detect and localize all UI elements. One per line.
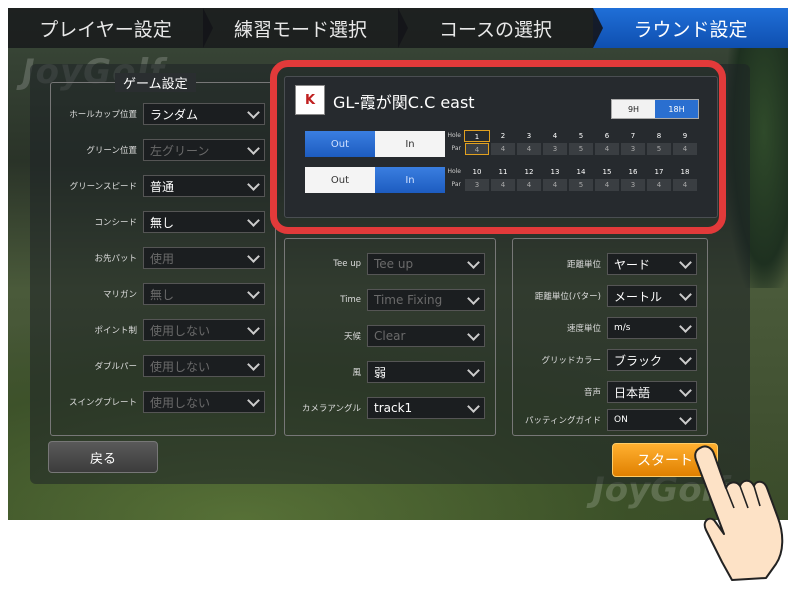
chevron-down-icon [247,177,260,191]
setting-row: 音声 日本語 [513,381,707,403]
setting-row: 距離単位(パター) メートル [513,285,707,307]
setting-row: Time Time Fixing [285,289,495,311]
setting-label: グリーンスピード [69,182,137,192]
double-par-select[interactable]: 使用しない [143,355,265,377]
setting-label: カメラアングル [301,404,361,414]
chevron-down-icon [467,327,480,341]
pointing-hand-icon [694,445,784,581]
setting-label: ポイント制 [94,326,137,336]
setting-row: コンシード 無し [51,211,275,233]
setting-label: パッティングガイド [525,416,601,426]
time-select[interactable]: Time Fixing [367,289,485,311]
camera-angle-select[interactable]: track1 [367,397,485,419]
setting-row: カメラアングル track1 [285,397,495,419]
setting-row: 風弱 [285,361,495,383]
weather-select[interactable]: Clear [367,325,485,347]
chevron-down-icon [247,285,260,299]
setting-label: マリガン [102,290,137,300]
setting-label: 距離単位(パター) [534,292,601,302]
back-button[interactable]: 戻る [48,441,158,473]
setting-label: ホールカップ位置 [69,110,137,120]
putting-guide-select[interactable]: ON [607,409,697,431]
chevron-down-icon [247,105,260,119]
step-course-select[interactable]: コースの選択 [398,8,603,48]
distance-unit-select[interactable]: ヤード [607,253,697,275]
setting-label: グリッドカラー [541,356,601,366]
setting-row: 天候 Clear [285,325,495,347]
setting-label: Time [340,295,361,305]
setting-label: ダブルパー [94,362,137,372]
chevron-down-icon [679,255,692,269]
green-position-select[interactable]: 左グリーン [143,139,265,161]
environment-settings-group: Tee up Tee up Time Time Fixing 天候 Clear 風弱 … [284,238,496,436]
highlight-frame [270,60,726,234]
setting-row: ポイント制 使用しない [51,319,275,341]
point-system-select[interactable]: 使用しない [143,319,265,341]
setting-row: マリガン 無し [51,283,275,305]
chevron-down-icon [247,357,260,371]
setting-label: 距離単位 [566,260,601,270]
concede-select[interactable]: 無し [143,211,265,233]
setting-row: グリッドカラー ブラック [513,349,707,371]
setting-label: 速度単位 [566,324,601,334]
setting-label: 音声 [583,388,601,398]
putter-distance-unit-select[interactable]: メートル [607,285,697,307]
setting-label: コンシード [94,218,137,228]
setting-label: 風 [352,368,361,378]
tee-up-select[interactable]: Tee up [367,253,485,275]
wind-select[interactable]: 弱 [367,361,485,383]
step-label: 練習モード選択 [233,18,367,41]
chevron-down-icon [247,213,260,227]
mulligan-select[interactable]: 無し [143,283,265,305]
cup-position-select[interactable]: ランダム [143,103,265,125]
setting-label: グリーン位置 [86,146,137,156]
setting-row: スイングプレート 使用しない [51,391,275,413]
setting-label: 天候 [343,332,361,342]
setting-row: お先パット 使用 [51,247,275,269]
step-label: ラウンド設定 [633,18,748,41]
chevron-down-icon [679,383,692,397]
setting-row: Tee up Tee up [285,253,495,275]
chevron-down-icon [679,287,692,301]
step-label: コースの選択 [438,18,553,41]
setting-row: 速度単位 m/s [513,317,707,339]
speed-unit-select[interactable]: m/s [607,317,697,339]
step-navigation: プレイヤー設定 練習モード選択 コースの選択 ラウンド設定 [8,8,788,48]
step-round-settings[interactable]: ラウンド設定 [593,8,788,48]
setting-row: グリーンスピード 普通 [51,175,275,197]
setting-row: 距離単位 ヤード [513,253,707,275]
step-label: プレイヤー設定 [39,18,172,41]
chevron-down-icon [467,363,480,377]
game-settings-title: ゲーム設定 [115,73,196,92]
chevron-down-icon [679,411,692,425]
voice-select[interactable]: 日本語 [607,381,697,403]
chevron-down-icon [467,255,480,269]
setting-row: グリーン位置 左グリーン [51,139,275,161]
grid-color-select[interactable]: ブラック [607,349,697,371]
game-settings-group: ゲーム設定 ホールカップ位置 ランダム グリーン位置 左グリーン グリーンスピード普… [50,73,276,436]
step-practice-mode[interactable]: 練習モード選択 [203,8,408,48]
chevron-down-icon [467,399,480,413]
green-speed-select[interactable]: 普通 [143,175,265,197]
setting-row: ホールカップ位置 ランダム [51,103,275,125]
chevron-down-icon [679,351,692,365]
setting-row: ダブルパー 使用しない [51,355,275,377]
chevron-down-icon [247,141,260,155]
setting-row: パッティングガイド ON [513,409,707,431]
setting-label: スイングプレート [68,398,137,408]
gimme-putt-select[interactable]: 使用 [143,247,265,269]
chevron-down-icon [467,291,480,305]
chevron-down-icon [247,321,260,335]
step-player-settings[interactable]: プレイヤー設定 [8,8,213,48]
chevron-down-icon [247,249,260,263]
option-settings-group: 距離単位 ヤード 距離単位(パター) メートル 速度単位 m/s グリッドカラー ブラッ… [512,238,708,436]
swing-plate-select[interactable]: 使用しない [143,391,265,413]
chevron-down-icon [679,319,692,333]
setting-label: お先パット [94,254,137,264]
setting-label: Tee up [333,259,361,269]
chevron-down-icon [247,393,260,407]
